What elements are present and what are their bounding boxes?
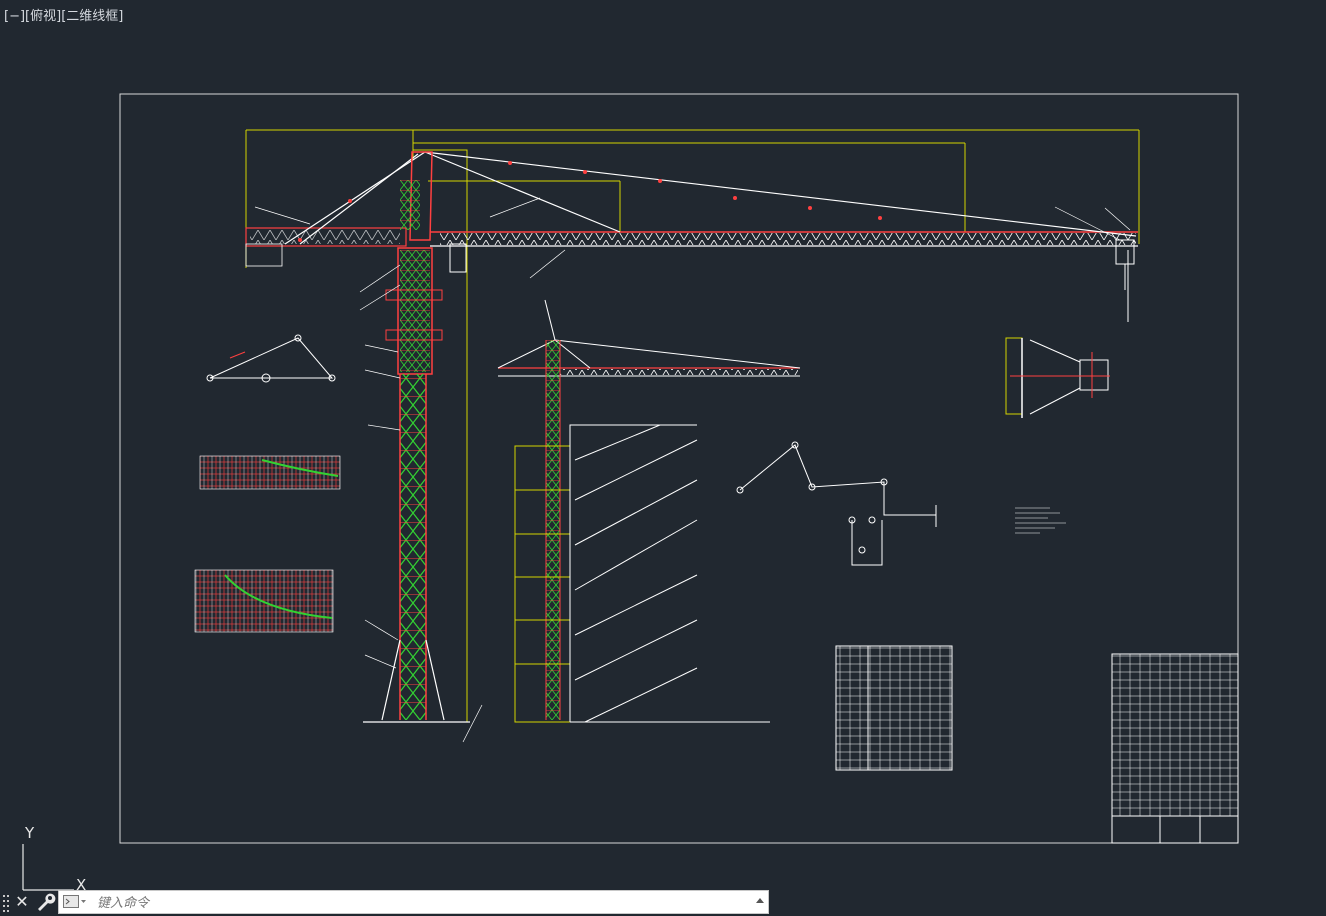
- chevron-up-icon[interactable]: [756, 898, 764, 903]
- load-chart-1: [199, 455, 341, 490]
- technical-notes: [1015, 507, 1066, 534]
- drawing-canvas[interactable]: [0, 0, 1326, 885]
- command-line[interactable]: [58, 890, 769, 914]
- close-icon[interactable]: ✕: [12, 891, 32, 913]
- load-chart-2: [194, 569, 334, 633]
- command-prompt-icon[interactable]: [63, 895, 87, 909]
- secondary-crane-elevation: [497, 299, 801, 723]
- command-line-grip-icon[interactable]: [2, 894, 10, 912]
- title-block: [1111, 653, 1239, 844]
- wrench-icon[interactable]: [34, 891, 56, 913]
- main-crane-elevation: [245, 129, 1140, 743]
- jib-root-detail: [1005, 337, 1110, 418]
- parameter-table: [835, 645, 953, 771]
- ucs-icon: Y X: [22, 824, 86, 894]
- dimension-lines: [245, 129, 1140, 722]
- command-input[interactable]: [95, 892, 749, 914]
- ucs-y-label: Y: [24, 824, 35, 842]
